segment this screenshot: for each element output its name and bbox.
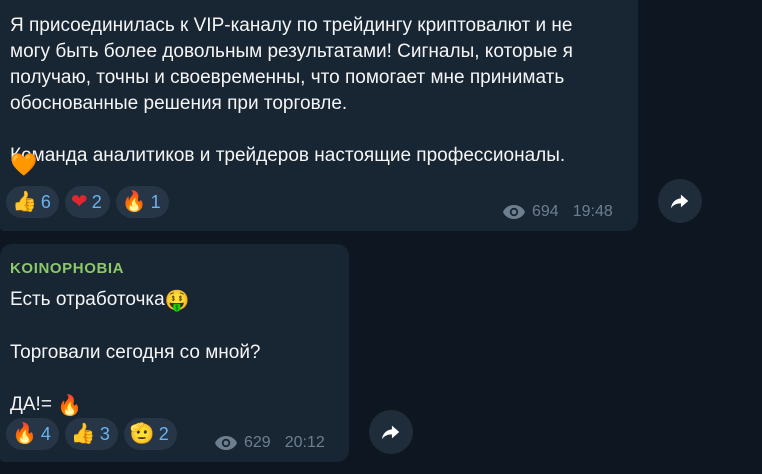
reaction-fire[interactable]: 🔥 4 bbox=[6, 418, 59, 450]
forward-button[interactable] bbox=[369, 410, 413, 454]
reaction-salute[interactable]: 🫡 2 bbox=[123, 418, 177, 450]
chat-canvas: Я присоединилась к VIP-каналу по трейдин… bbox=[0, 0, 762, 474]
reaction-count: 6 bbox=[40, 191, 51, 212]
author-name[interactable]: KOINOPHOBIA bbox=[10, 260, 124, 277]
view-count: 629 bbox=[244, 434, 271, 451]
message-2-reactions: 🔥 4 👍 3 🫡 2 bbox=[6, 418, 177, 450]
thumbs-up-icon: 👍 bbox=[12, 191, 37, 213]
view-count: 694 bbox=[532, 203, 559, 220]
thumbs-up-icon: 👍 bbox=[70, 423, 96, 445]
message-1-reactions: 👍 6 ❤ 2 🔥 1 bbox=[6, 186, 169, 218]
message-1-line-3: получаю, точны и своевременны, что помог… bbox=[10, 67, 565, 88]
forward-arrow-icon bbox=[381, 425, 400, 440]
message-2-line-3: ДА!= bbox=[10, 394, 52, 415]
heart-icon: ❤ bbox=[70, 191, 88, 213]
reaction-thumbs-up[interactable]: 👍 3 bbox=[64, 418, 118, 450]
reaction-count: 3 bbox=[99, 423, 110, 444]
message-1-meta: 694 19:48 bbox=[502, 203, 613, 221]
message-1-text: Я присоединилась к VIP-каналу по трейдин… bbox=[10, 13, 630, 169]
reaction-thumbs-up[interactable]: 👍 6 bbox=[6, 186, 59, 218]
forward-button[interactable] bbox=[658, 179, 702, 223]
orange-heart-emoji: 🧡 bbox=[10, 152, 38, 177]
reaction-count: 4 bbox=[40, 423, 51, 444]
eye-icon bbox=[503, 205, 525, 219]
eye-icon bbox=[215, 436, 237, 450]
message-1-line-6: Команда аналитиков и трейдеров настоящие… bbox=[10, 145, 566, 166]
message-time: 19:48 bbox=[572, 203, 613, 220]
message-1-line-4: обоснованные решения при торговле. bbox=[10, 93, 348, 114]
message-2-line-1: Есть отработочка bbox=[10, 289, 165, 310]
message-1-line-2: могу быть более довольным результатами! … bbox=[10, 41, 573, 62]
message-1-line-1: Я присоединилась к VIP-каналу по трейдин… bbox=[10, 15, 573, 36]
message-2-meta: 629 20:12 bbox=[214, 434, 325, 452]
reaction-fire[interactable]: 🔥 1 bbox=[115, 186, 169, 218]
fire-emoji: 🔥 bbox=[57, 395, 83, 417]
message-2-line-2: Торговали сегодня со мной? bbox=[10, 342, 261, 363]
reaction-heart[interactable]: ❤ 2 bbox=[64, 186, 110, 218]
reaction-count: 2 bbox=[91, 191, 102, 212]
reaction-count: 2 bbox=[158, 423, 169, 444]
message-2-text: Есть отработочка🤑 Торговали сегодня со м… bbox=[10, 287, 340, 419]
salute-icon: 🫡 bbox=[129, 423, 155, 445]
money-face-emoji: 🤑 bbox=[164, 290, 190, 312]
forward-arrow-icon bbox=[670, 194, 689, 209]
fire-icon: 🔥 bbox=[121, 191, 147, 213]
message-time: 20:12 bbox=[284, 434, 325, 451]
reaction-count: 1 bbox=[150, 191, 161, 212]
fire-icon: 🔥 bbox=[12, 423, 37, 445]
